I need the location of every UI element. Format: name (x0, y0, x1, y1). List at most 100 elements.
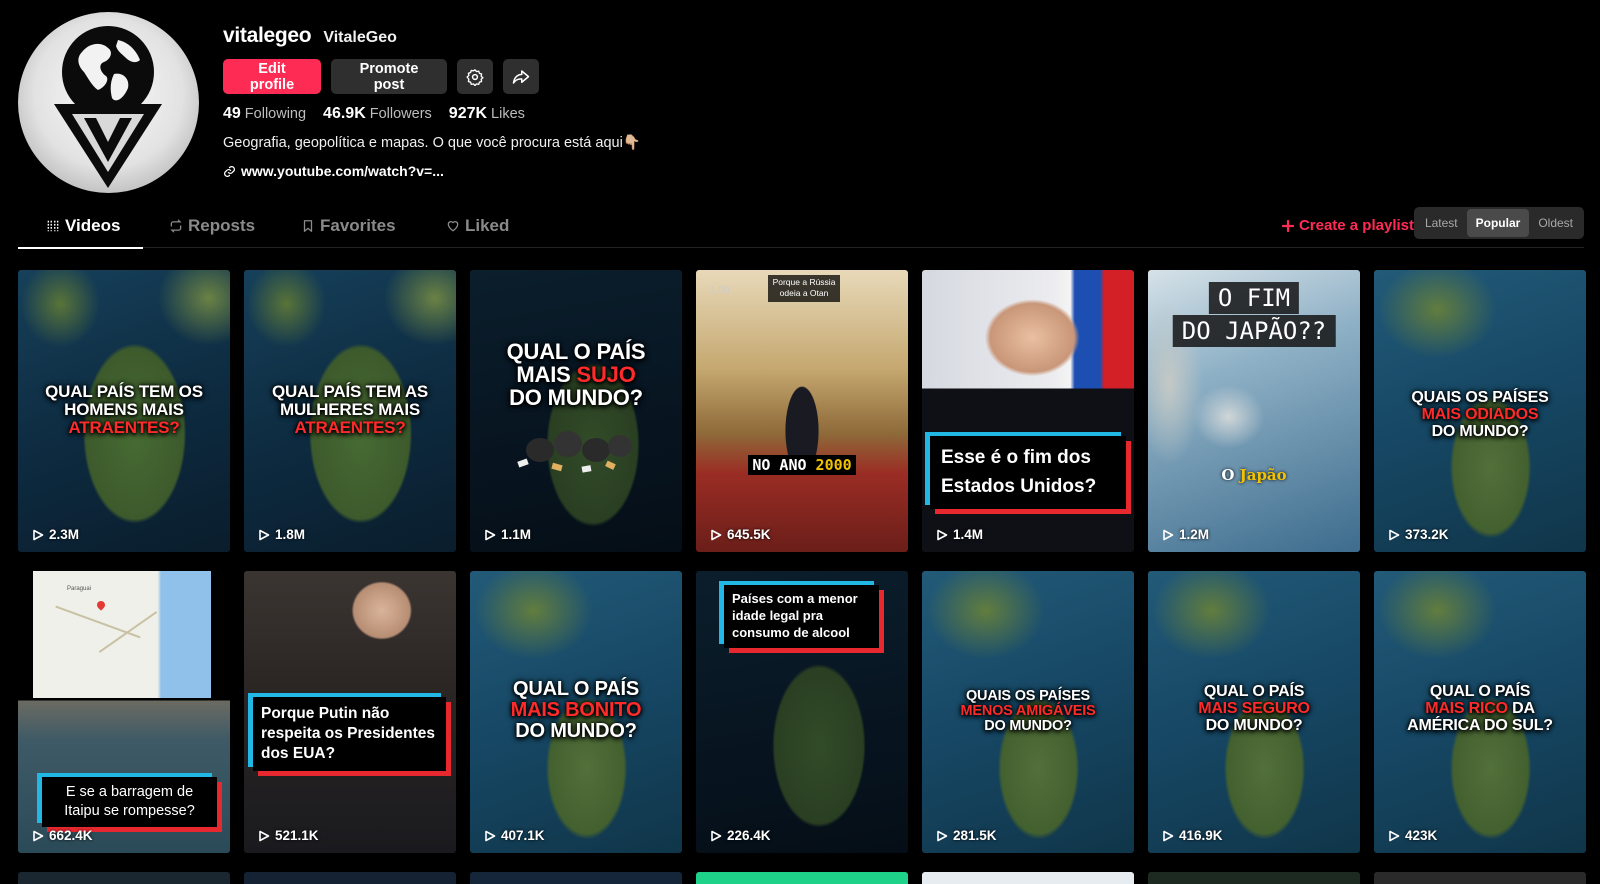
sort-popular[interactable]: Popular (1466, 209, 1530, 237)
play-count: 281.5K (936, 828, 997, 843)
video-title-line: DO MUNDO? (509, 385, 643, 411)
sort-oldest[interactable]: Oldest (1529, 209, 1582, 237)
likes-stat: 927K Likes (449, 105, 525, 123)
video-title: QUAL O PAÍS MAIS SEGURO DO MUNDO? (1148, 683, 1360, 734)
video-card-partial[interactable] (922, 872, 1134, 884)
play-count-value: 1.4M (953, 527, 984, 542)
video-subtitle: O Japão (1148, 466, 1360, 484)
overlay-line: Porque a Rússia (772, 277, 836, 287)
video-caption: Esse é o fim dos Estados Unidos? (930, 436, 1126, 509)
video-title: QUAL O PAÍS MAIS RICO DA AMÉRICA DO SUL? (1374, 683, 1586, 734)
video-caption: NO ANO 2000 (696, 455, 908, 475)
plus-icon (1281, 219, 1294, 232)
playback-speed: 1.00 (710, 285, 730, 296)
edit-profile-button[interactable]: Edit profile (223, 59, 321, 94)
play-icon (1389, 830, 1400, 841)
following-stat[interactable]: 49 Following (223, 105, 306, 123)
video-card[interactable]: QUAL PAÍS TEM OS HOMENS MAIS ATRAENTES? … (18, 270, 230, 552)
video-title: O FIM (1208, 282, 1300, 314)
video-caption: E se a barragem de Itaipu se rompesse? (42, 777, 217, 827)
video-card-partial[interactable] (1374, 872, 1586, 884)
map-road (98, 611, 158, 653)
video-title-highlight: MAIS RICO (1425, 699, 1508, 717)
play-icon (33, 830, 44, 841)
video-title-line: DO MUNDO? (515, 720, 637, 742)
video-card[interactable]: Esse é o fim dos Estados Unidos? 1.4M (922, 270, 1134, 552)
video-title-line: HOMENS MAIS (64, 399, 184, 419)
video-card[interactable]: 1.00 Porque a Rússia odeia a Otan NO ANO… (696, 270, 908, 552)
followers-count: 46.9K (323, 105, 366, 122)
create-playlist-label: Create a playlist (1298, 217, 1414, 234)
play-icon (259, 529, 270, 540)
video-card[interactable]: QUAL PAÍS TEM AS MULHERES MAIS ATRAENTES… (244, 270, 456, 552)
tab-videos[interactable]: Videos (46, 216, 120, 236)
play-count: 423K (1388, 828, 1437, 843)
video-title-highlight: MAIS ODIADOS (1421, 405, 1539, 423)
play-icon (1389, 529, 1400, 540)
video-title-line: DO MUNDO? (984, 718, 1072, 735)
video-card[interactable]: Países com a menor idade legal pra consu… (696, 571, 908, 853)
link-icon (224, 165, 235, 177)
trash-bags-illustration (517, 431, 632, 473)
video-overlay-text: Porque a Rússia odeia a Otan (768, 275, 840, 302)
content-tabs: Videos Reposts Favorites Liked Create a … (18, 206, 1584, 249)
play-count: 1.8M (258, 527, 305, 542)
video-card[interactable]: O FIM DO JAPÃO?? O Japão 1.2M (1148, 270, 1360, 552)
play-icon (259, 830, 270, 841)
video-title: DO JAPÃO?? (1172, 315, 1336, 347)
bookmark-icon (303, 220, 313, 232)
sort-toggle: Latest Popular Oldest (1413, 207, 1584, 239)
video-card-partial[interactable] (1148, 872, 1360, 884)
settings-button[interactable] (457, 59, 493, 94)
video-title-word: DA (1507, 699, 1535, 717)
play-icon (1163, 830, 1174, 841)
video-card-partial[interactable] (18, 872, 230, 884)
video-title-highlight: MAIS BONITO (510, 699, 642, 721)
video-title-line: QUAL O PAÍS (506, 339, 646, 364)
video-card[interactable]: QUAL O PAÍS MAIS RICO DA AMÉRICA DO SUL?… (1374, 571, 1586, 853)
video-card[interactable]: QUAL O PAÍS MAIS BONITO DO MUNDO? 407.1K (470, 571, 682, 853)
video-title-highlight: ATRAENTES? (294, 417, 406, 437)
overlay-line: odeia a Otan (779, 288, 829, 299)
tab-reposts[interactable]: Reposts (169, 216, 255, 236)
video-card[interactable]: Paraguai E se a barragem de Itaipu se ro… (18, 571, 230, 853)
video-card[interactable]: QUAIS OS PAÍSES MENOS AMIGÁVEIS DO MUNDO… (922, 571, 1134, 853)
video-title-line: QUAL O PAÍS (1203, 683, 1305, 700)
video-title: QUAL PAÍS TEM OS HOMENS MAIS ATRAENTES? (18, 383, 230, 437)
video-title-line: DO MUNDO? (1431, 422, 1529, 440)
promote-post-button[interactable]: Promote post (331, 59, 447, 94)
tab-favorites[interactable]: Favorites (301, 216, 396, 236)
video-title-line: MAIS SUJO (470, 363, 682, 386)
tab-reposts-label: Reposts (188, 216, 256, 235)
play-icon (1163, 529, 1174, 540)
video-card[interactable]: Porque Putin não respeita os Presidentes… (244, 571, 456, 853)
play-icon (937, 529, 948, 540)
play-count: 416.9K (1162, 828, 1223, 843)
profile-link[interactable]: www.youtube.com/watch?v=... (223, 163, 444, 179)
map-inset: Paraguai (33, 571, 211, 698)
video-card[interactable]: QUAL O PAÍS MAIS SUJO DO MUNDO? 1.1M (470, 270, 682, 552)
video-card-partial[interactable] (244, 872, 456, 884)
followers-stat[interactable]: 46.9K Followers (323, 105, 432, 123)
video-title-line: MULHERES MAIS (279, 399, 421, 419)
video-card-partial[interactable] (470, 872, 682, 884)
tab-liked[interactable]: Liked (446, 216, 509, 236)
play-count-value: 645.5K (727, 527, 771, 542)
video-title: QUAIS OS PAÍSES MAIS ODIADOS DO MUNDO? (1374, 389, 1586, 440)
video-title-highlight: MAIS SEGURO (1198, 699, 1310, 717)
followers-label: Followers (369, 106, 432, 122)
video-card[interactable]: QUAL O PAÍS MAIS SEGURO DO MUNDO? 416.9K (1148, 571, 1360, 853)
video-card[interactable]: QUAIS OS PAÍSES MAIS ODIADOS DO MUNDO? 3… (1374, 270, 1586, 552)
video-title-line: DO MUNDO? (1205, 716, 1303, 734)
tab-videos-label: Videos (65, 216, 121, 235)
video-card-partial[interactable] (696, 872, 908, 884)
play-count: 373.2K (1388, 527, 1449, 542)
share-profile-button[interactable] (503, 59, 539, 94)
play-count-value: 407.1K (501, 828, 545, 843)
create-playlist-button[interactable]: Create a playlist (1281, 217, 1414, 234)
video-title: QUAL O PAÍS MAIS BONITO DO MUNDO? (470, 679, 682, 742)
play-count: 226.4K (710, 828, 771, 843)
sort-latest[interactable]: Latest (1416, 209, 1467, 237)
avatar[interactable] (18, 12, 199, 193)
map-label: Paraguai (67, 586, 92, 592)
